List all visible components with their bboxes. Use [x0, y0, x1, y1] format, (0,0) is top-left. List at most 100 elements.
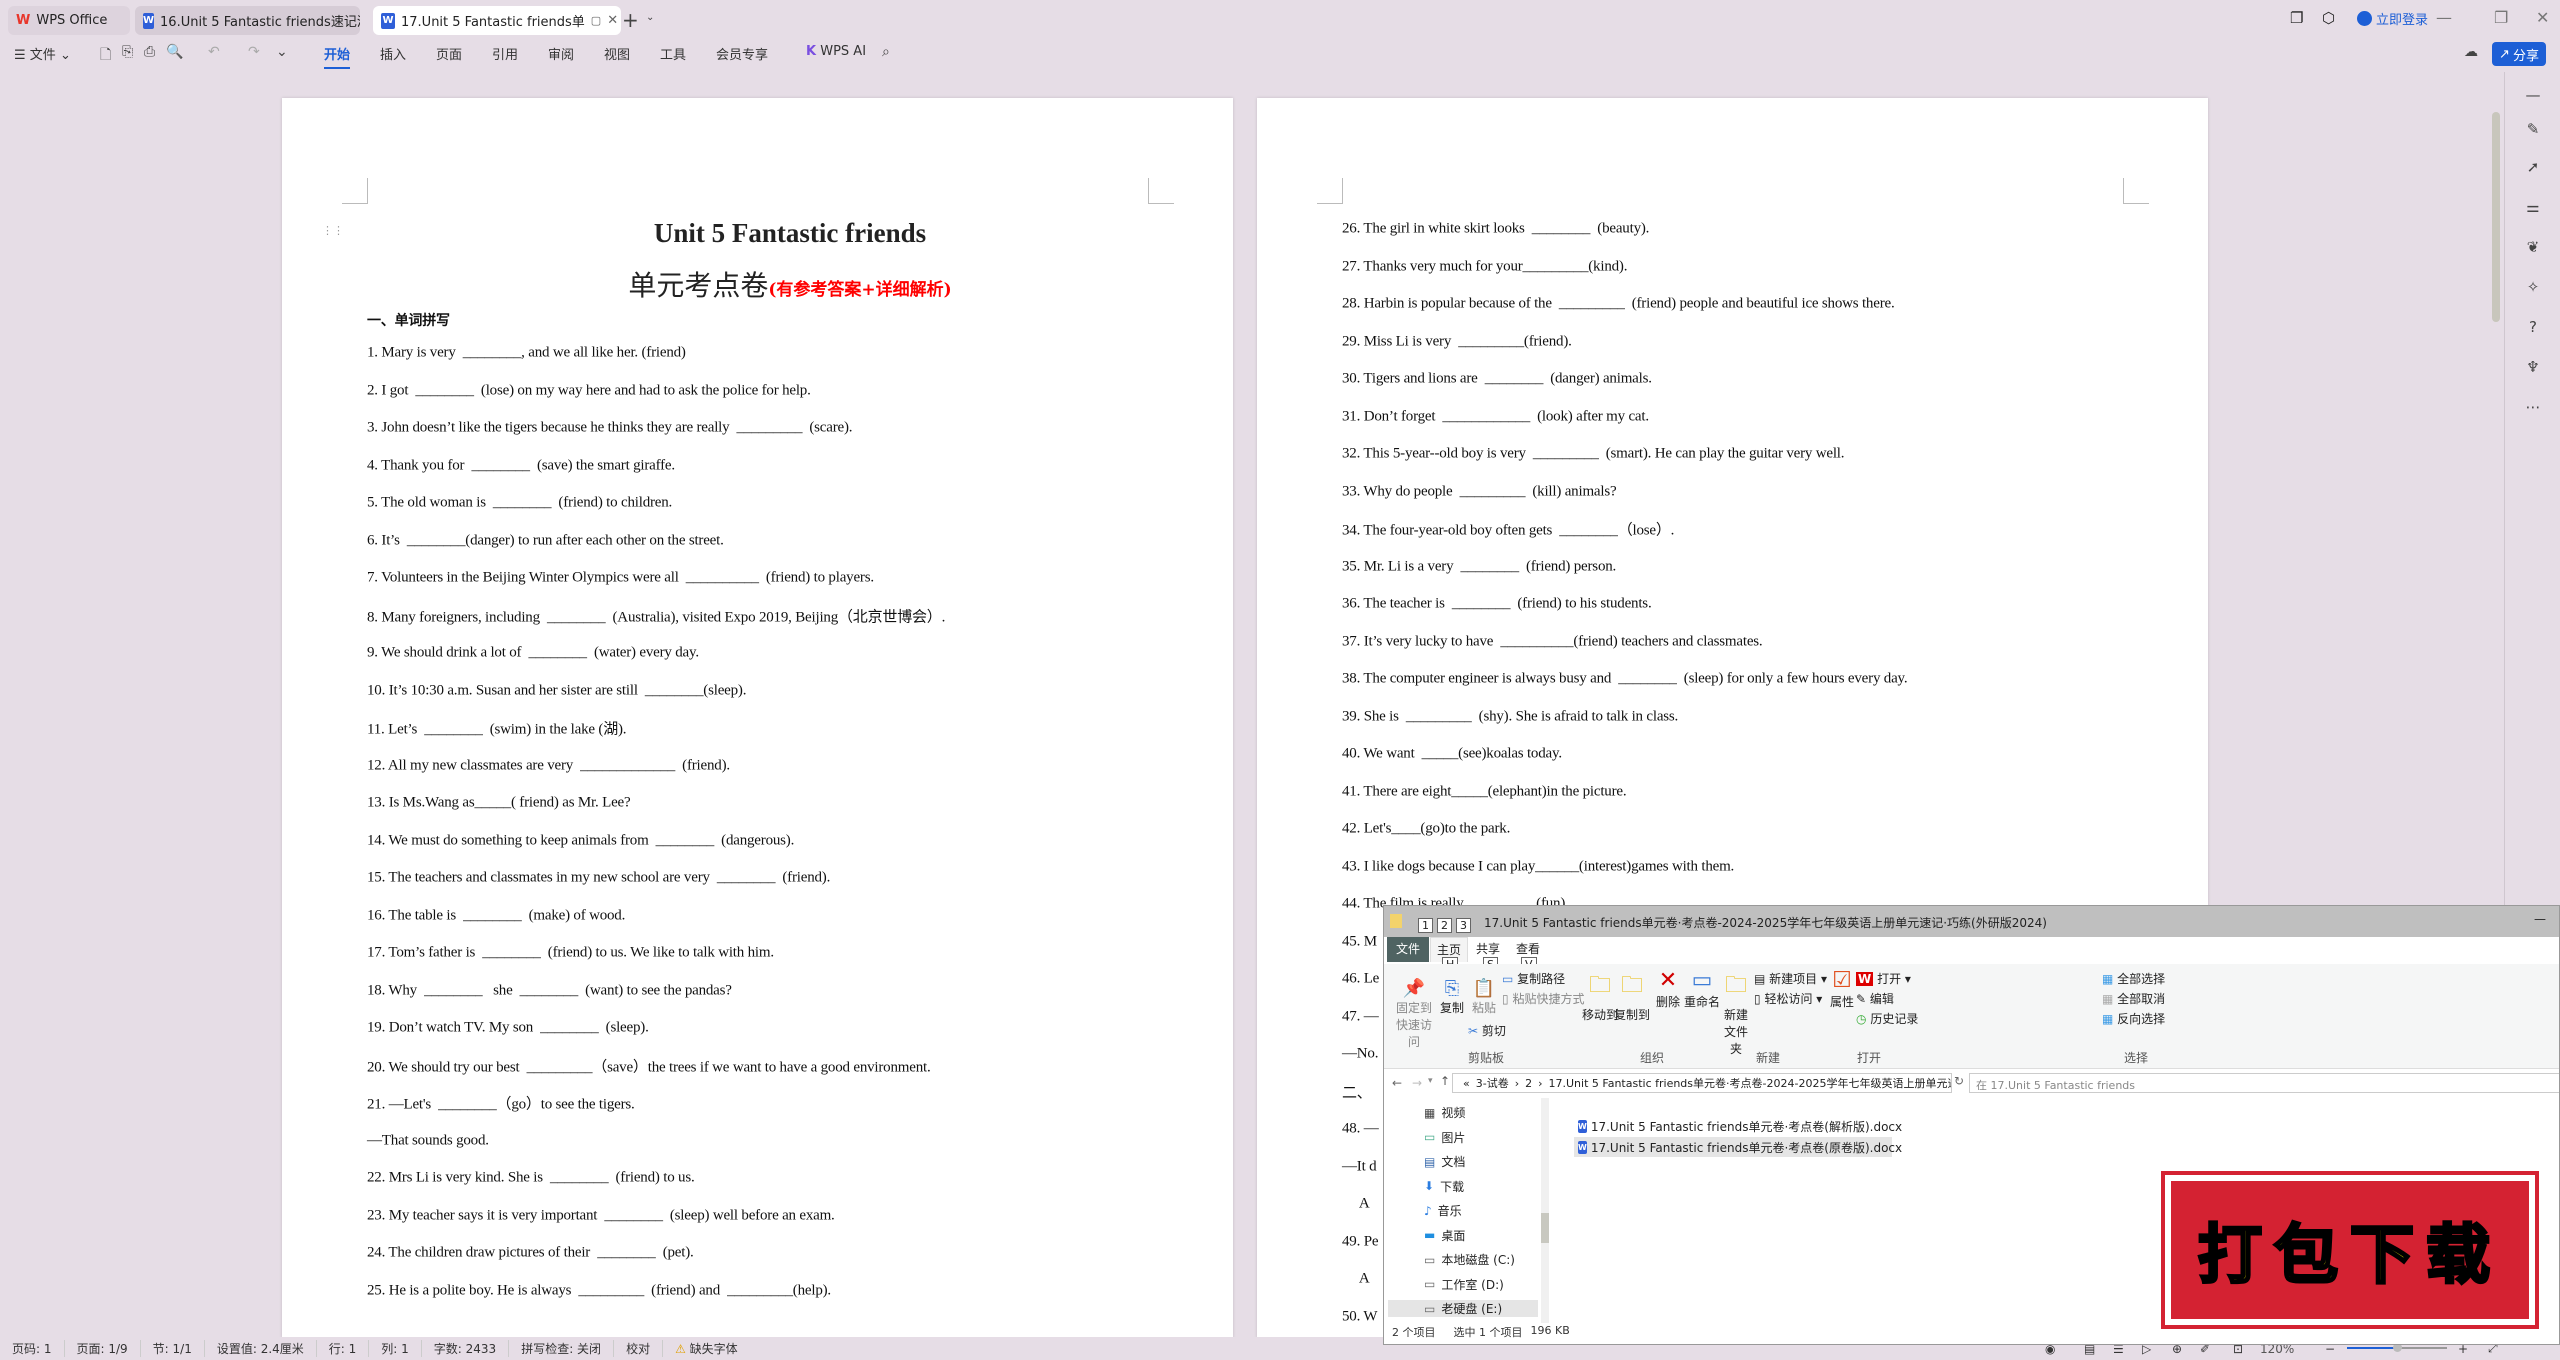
up-button[interactable]: ↑: [1440, 1074, 1450, 1088]
tab-list-chevron-icon[interactable]: ⌄: [646, 12, 654, 23]
restore-window-icon[interactable]: ❐: [2494, 8, 2508, 27]
invert-selection-button[interactable]: ▦ 反向选择: [2102, 1010, 2165, 1027]
copy-to-button[interactable]: 🗀 复制到: [1614, 968, 1650, 1023]
vertical-scrollbar[interactable]: [2492, 112, 2500, 322]
menu-home[interactable]: 开始: [324, 44, 351, 69]
pen-icon[interactable]: ✎: [2520, 120, 2546, 138]
cursor-icon[interactable]: ➚: [2520, 158, 2546, 176]
layout-icon[interactable]: ❐: [2290, 9, 2303, 27]
breadcrumb-item[interactable]: 17.Unit 5 Fantastic friends单元卷·考点卷-2024-…: [1549, 1075, 1951, 1091]
forward-button[interactable]: →: [1412, 1076, 1422, 1090]
easy-access-button[interactable]: ▯ 轻松访问 ▾: [1754, 990, 1822, 1007]
breadcrumb-item[interactable]: 2: [1525, 1077, 1532, 1090]
nav-item[interactable]: ▤ 文档: [1424, 1153, 1465, 1170]
ribbon-tab-file[interactable]: 文件: [1387, 937, 1429, 962]
menu-references[interactable]: 引用: [492, 44, 518, 63]
file-row[interactable]: W 17.Unit 5 Fantastic friends单元卷·考点卷(解析版)…: [1574, 1116, 1902, 1136]
tab-wps-office[interactable]: W WPS Office: [8, 6, 130, 35]
nav-item[interactable]: ▦ 视频: [1424, 1104, 1465, 1121]
nav-scrollbar[interactable]: [1541, 1098, 1549, 1323]
new-item-button[interactable]: ▤ 新建项目 ▾: [1754, 970, 1827, 987]
style-icon[interactable]: ❦: [2520, 238, 2546, 256]
question-line: 33. Why do people _________ (kill) anima…: [1342, 483, 1617, 499]
breadcrumb-item[interactable]: 3-试卷: [1476, 1075, 1509, 1091]
tab-document-16[interactable]: W 16.Unit 5 Fantastic friends速记清单: [135, 6, 360, 35]
edit-button[interactable]: ✎ 编辑: [1856, 990, 1894, 1007]
cube-icon[interactable]: ⬡: [2322, 9, 2335, 27]
menu-insert[interactable]: 插入: [380, 44, 406, 63]
pack-download-stamp[interactable]: 打包下载: [2161, 1171, 2539, 1329]
print-icon[interactable]: ⎙: [144, 44, 155, 60]
wps-ai-button[interactable]: K WPS AI: [806, 44, 866, 59]
open-button[interactable]: W 打开 ▾: [1856, 970, 1911, 987]
sliders-icon[interactable]: ⚌: [2520, 198, 2546, 216]
export-icon[interactable]: ⎘: [122, 44, 133, 60]
new-folder-button[interactable]: 🗀 新建文件夹: [1722, 968, 1750, 1057]
status-pages[interactable]: 页面: 1/9: [65, 1340, 141, 1357]
pin-quick-access-button[interactable]: 📌 固定到快速访问: [1392, 978, 1436, 1050]
cloud-upload-icon[interactable]: ☁: [2464, 44, 2478, 60]
nav-item[interactable]: ▭ 本地磁盘 (C:): [1424, 1251, 1515, 1268]
menu-review[interactable]: 审阅: [548, 44, 574, 63]
menu-member[interactable]: 会员专享: [716, 44, 768, 63]
status-word-count[interactable]: 字数: 2433: [422, 1340, 510, 1357]
rename-button[interactable]: ▭ 重命名: [1684, 968, 1720, 1010]
redo-icon[interactable]: ↷: [248, 44, 260, 60]
window-icon[interactable]: ▢: [591, 14, 601, 27]
delete-button[interactable]: ✕ 删除: [1656, 968, 1680, 1010]
close-window-icon[interactable]: ✕: [2536, 8, 2549, 27]
cut-button[interactable]: ✂ 剪切: [1468, 1022, 1506, 1039]
menu-view[interactable]: 视图: [604, 44, 630, 63]
login-button[interactable]: 立即登录: [2357, 9, 2428, 28]
more-chevron-icon[interactable]: ⌄: [276, 44, 288, 60]
new-tab-button[interactable]: +: [622, 8, 639, 32]
nav-scrollbar-thumb[interactable]: [1541, 1213, 1549, 1243]
copy-path-button[interactable]: ▭ 复制路径: [1502, 970, 1565, 987]
shirt-icon[interactable]: ♆: [2520, 358, 2546, 376]
question-line: 43. I like dogs because I can play______…: [1342, 858, 1735, 874]
proofread-button[interactable]: 校对: [614, 1340, 664, 1357]
nav-item[interactable]: ▬ 桌面: [1424, 1227, 1465, 1244]
menu-page[interactable]: 页面: [436, 44, 462, 63]
magic-wand-icon[interactable]: ✧: [2520, 278, 2546, 296]
file-menu[interactable]: ☰ 文件 ⌄: [14, 44, 71, 63]
share-button[interactable]: ↗ 分享: [2492, 42, 2546, 66]
more-icon[interactable]: ⋯: [2520, 398, 2546, 416]
paste-shortcut-button[interactable]: ▯ 粘贴快捷方式: [1502, 990, 1584, 1007]
close-tab-icon[interactable]: ✕: [607, 13, 618, 28]
tab-document-17[interactable]: W 17.Unit 5 Fantastic friends单 ▢ ✕: [373, 6, 621, 35]
select-none-button[interactable]: ▦ 全部取消: [2102, 990, 2165, 1007]
nav-item[interactable]: ⬇ 下载: [1424, 1178, 1464, 1195]
nav-item[interactable]: ▭ 老硬盘 (E:): [1388, 1300, 1538, 1317]
back-button[interactable]: ←: [1392, 1076, 1402, 1090]
history-button[interactable]: ◷ 历史记录: [1856, 1010, 1918, 1027]
move-to-button[interactable]: 🗀 移动到: [1582, 968, 1618, 1023]
print-preview-icon[interactable]: 🔍: [166, 44, 183, 60]
nav-item[interactable]: ▭ 工作室 (D:): [1424, 1276, 1504, 1293]
nav-item[interactable]: ♪ 音乐: [1424, 1202, 1462, 1219]
refresh-button[interactable]: ↻: [1954, 1074, 1964, 1088]
copy-button[interactable]: ⎘ 复制: [1440, 978, 1464, 1016]
select-all-button[interactable]: ▦ 全部选择: [2102, 970, 2165, 987]
question-line: 38. The computer engineer is always busy…: [1342, 670, 1908, 687]
help-icon[interactable]: ?: [2520, 318, 2546, 336]
nav-item[interactable]: ▭ 图片: [1424, 1129, 1465, 1146]
menu-tools[interactable]: 工具: [660, 44, 686, 63]
search-icon[interactable]: ⌕: [882, 44, 890, 60]
search-box[interactable]: 在 17.Unit 5 Fantastic friends: [1969, 1073, 2559, 1093]
paste-button[interactable]: 📋 粘贴: [1472, 978, 1496, 1016]
explorer-minimize-icon[interactable]: —: [2534, 912, 2546, 926]
minimize-panel-icon[interactable]: —: [2520, 86, 2546, 104]
minimize-window-icon[interactable]: —: [2436, 8, 2452, 27]
missing-font-button[interactable]: ⚠ 缺失字体: [663, 1340, 750, 1357]
file-row[interactable]: W 17.Unit 5 Fantastic friends单元卷·考点卷(原卷版)…: [1574, 1137, 1902, 1157]
save-icon[interactable]: 🗋: [100, 44, 111, 68]
address-dropdown-icon[interactable]: ⌄: [1939, 1075, 1947, 1086]
spell-check-toggle[interactable]: 拼写检查: 关闭: [509, 1340, 615, 1357]
undo-icon[interactable]: ↶: [208, 44, 220, 60]
recent-chevron-icon[interactable]: ▾: [1428, 1076, 1433, 1086]
zoom-slider[interactable]: [2347, 1343, 2447, 1352]
share-icon: ↗: [2499, 46, 2510, 62]
properties-button[interactable]: ☑ 属性: [1830, 968, 1854, 1010]
address-bar[interactable]: « 3-试卷 › 2 › 17.Unit 5 Fantastic friends单元…: [1452, 1073, 1952, 1093]
